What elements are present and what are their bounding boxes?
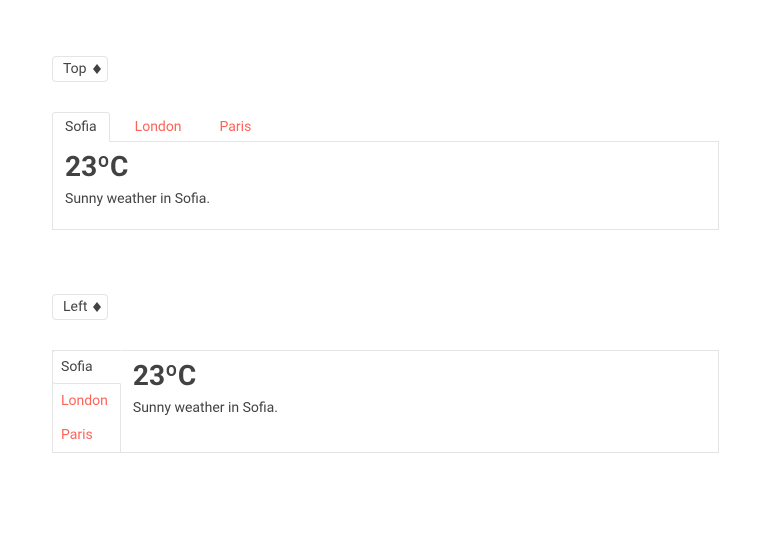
position-select-left[interactable]: Left [52,294,108,320]
tab-label: London [135,119,182,135]
select-arrows-icon [93,64,101,74]
tab-label: Paris [61,427,93,443]
tab-label: London [61,393,108,409]
tabstrip-top-content: 23ºC Sunny weather in Sofia. [52,141,719,230]
temperature-value: 23ºC [133,359,706,392]
tabstrip-left-content: 23ºC Sunny weather in Sofia. [120,351,718,452]
tab-sofia[interactable]: Sofia [52,112,110,142]
select-arrows-icon [93,302,101,312]
tab-london[interactable]: London [122,112,195,141]
position-select-top[interactable]: Top [52,56,108,82]
weather-description: Sunny weather in Sofia. [133,400,706,416]
tab-label: Paris [220,119,252,135]
tab-london[interactable]: London [52,384,120,418]
weather-description: Sunny weather in Sofia. [65,191,706,207]
tabstrip-top: Sofia London Paris 23ºC Sunny weather in… [52,112,719,230]
tab-paris[interactable]: Paris [207,112,265,141]
tabstrip-left-tabs: Sofia London Paris [53,351,120,452]
tab-sofia[interactable]: Sofia [52,350,121,384]
tab-label: Sofia [61,359,93,375]
position-select-top-value: Top [63,61,87,77]
tab-label: Sofia [65,119,97,135]
temperature-value: 23ºC [65,150,706,183]
position-select-left-value: Left [63,299,87,315]
tab-paris[interactable]: Paris [52,418,120,452]
tabstrip-left: Sofia London Paris 23ºC Sunny weather in… [52,350,719,453]
tabstrip-top-tabs: Sofia London Paris [52,112,719,141]
